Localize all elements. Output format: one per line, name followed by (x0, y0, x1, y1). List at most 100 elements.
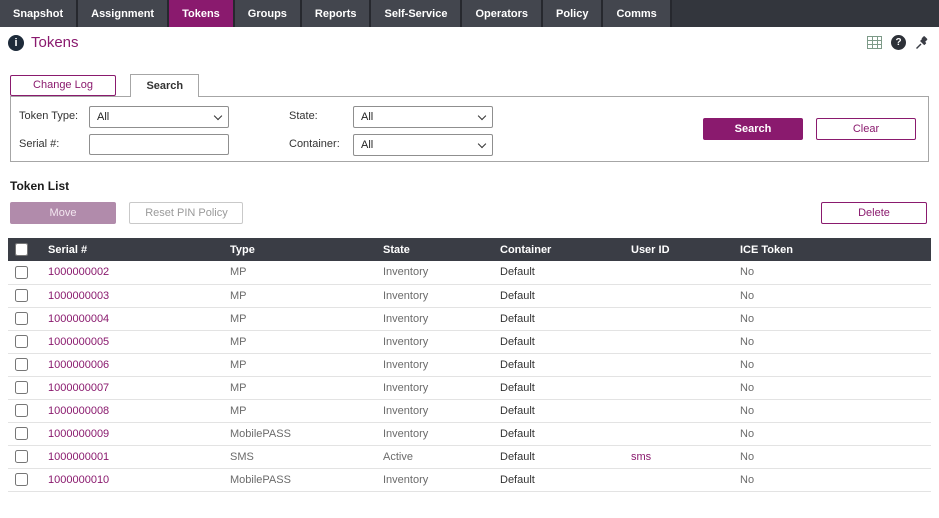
chevron-down-icon (214, 111, 222, 119)
row-checkbox[interactable] (15, 335, 28, 348)
nav-tab-comms[interactable]: Comms (603, 0, 671, 27)
serial-link[interactable]: 1000000010 (48, 474, 109, 486)
col-ice-token: ICE Token (737, 238, 931, 261)
table-row: 1000000003 MP Inventory Default No (8, 284, 931, 307)
serial-link[interactable]: 1000000006 (48, 359, 109, 371)
nav-tab-groups[interactable]: Groups (235, 0, 302, 27)
search-button[interactable]: Search (703, 118, 803, 140)
cell-ice: No (737, 376, 931, 399)
row-checkbox[interactable] (15, 312, 28, 325)
token-type-select[interactable]: All (89, 106, 229, 128)
cell-type: MP (227, 261, 380, 284)
cell-container: Default (497, 353, 628, 376)
cell-container: Default (497, 468, 628, 491)
state-value: All (361, 111, 373, 123)
tab-search[interactable]: Search (130, 74, 199, 97)
table-row: 1000000008 MP Inventory Default No (8, 399, 931, 422)
serial-link[interactable]: 1000000003 (48, 290, 109, 302)
chevron-down-icon (478, 139, 486, 147)
state-select[interactable]: All (353, 106, 493, 128)
col-user-id: User ID (628, 238, 737, 261)
cell-type: MP (227, 307, 380, 330)
row-checkbox[interactable] (15, 266, 28, 279)
grid-view-icon[interactable] (867, 36, 882, 49)
cell-container: Default (497, 284, 628, 307)
table-row: 1000000001 SMS Active Default sms No (8, 445, 931, 468)
page-title: Tokens (31, 34, 79, 51)
table-row: 1000000004 MP Inventory Default No (8, 307, 931, 330)
cell-type: MobilePASS (227, 422, 380, 445)
reset-pin-policy-button[interactable]: Reset PIN Policy (129, 202, 243, 224)
cell-type: SMS (227, 445, 380, 468)
pin-icon[interactable] (915, 36, 929, 50)
nav-tab-self-service[interactable]: Self-Service (371, 0, 462, 27)
cell-state: Inventory (380, 330, 497, 353)
nav-tab-snapshot[interactable]: Snapshot (0, 0, 78, 27)
state-label: State: (289, 110, 318, 122)
cell-state: Inventory (380, 284, 497, 307)
cell-ice: No (737, 353, 931, 376)
delete-button[interactable]: Delete (821, 202, 927, 224)
row-checkbox[interactable] (15, 427, 28, 440)
nav-tab-assignment[interactable]: Assignment (78, 0, 169, 27)
cell-ice: No (737, 261, 931, 284)
cell-state: Active (380, 445, 497, 468)
serial-link[interactable]: 1000000005 (48, 336, 109, 348)
select-all-checkbox[interactable] (15, 243, 28, 256)
cell-ice: No (737, 445, 931, 468)
token-type-value: All (97, 111, 109, 123)
serial-link[interactable]: 1000000008 (48, 405, 109, 417)
col-container: Container (497, 238, 628, 261)
table-row: 1000000007 MP Inventory Default No (8, 376, 931, 399)
cell-container: Default (497, 261, 628, 284)
cell-container: Default (497, 422, 628, 445)
row-checkbox[interactable] (15, 473, 28, 486)
token-type-label: Token Type: (19, 110, 78, 122)
token-list-title: Token List (10, 179, 929, 193)
col-serial: Serial # (45, 238, 227, 261)
nav-tab-operators[interactable]: Operators (462, 0, 543, 27)
cell-type: MP (227, 353, 380, 376)
row-checkbox[interactable] (15, 358, 28, 371)
serial-link[interactable]: 1000000009 (48, 428, 109, 440)
serial-link[interactable]: 1000000007 (48, 382, 109, 394)
change-log-button[interactable]: Change Log (10, 75, 116, 96)
cell-container: Default (497, 445, 628, 468)
cell-state: Inventory (380, 399, 497, 422)
help-icon[interactable]: ? (891, 35, 906, 50)
info-icon: i (8, 35, 24, 51)
serial-link[interactable]: 1000000002 (48, 266, 109, 278)
col-type: Type (227, 238, 380, 261)
row-checkbox[interactable] (15, 450, 28, 463)
serial-link[interactable]: 1000000001 (48, 451, 109, 463)
row-checkbox[interactable] (15, 381, 28, 394)
cell-ice: No (737, 330, 931, 353)
move-button[interactable]: Move (10, 202, 116, 224)
clear-button[interactable]: Clear (816, 118, 916, 140)
top-nav: Snapshot Assignment Tokens Groups Report… (0, 0, 939, 27)
nav-tab-reports[interactable]: Reports (302, 0, 372, 27)
col-state: State (380, 238, 497, 261)
nav-tab-tokens[interactable]: Tokens (169, 0, 235, 27)
serial-input[interactable] (89, 134, 229, 155)
cell-type: MobilePASS (227, 468, 380, 491)
cell-container: Default (497, 399, 628, 422)
cell-state: Inventory (380, 376, 497, 399)
cell-state: Inventory (380, 422, 497, 445)
cell-type: MP (227, 376, 380, 399)
table-row: 1000000006 MP Inventory Default No (8, 353, 931, 376)
search-panel: Token Type: All State: All Serial #: Con… (10, 96, 929, 162)
cell-ice: No (737, 307, 931, 330)
cell-ice: No (737, 284, 931, 307)
serial-link[interactable]: 1000000004 (48, 313, 109, 325)
page-header: i Tokens ? (0, 27, 939, 57)
container-label: Container: (289, 138, 340, 150)
cell-state: Inventory (380, 307, 497, 330)
row-checkbox[interactable] (15, 404, 28, 417)
cell-ice: No (737, 399, 931, 422)
nav-tab-policy[interactable]: Policy (543, 0, 603, 27)
row-checkbox[interactable] (15, 289, 28, 302)
token-list-actions: Move Reset PIN Policy Delete (10, 202, 929, 226)
container-select[interactable]: All (353, 134, 493, 156)
user-id-link[interactable]: sms (631, 451, 651, 463)
